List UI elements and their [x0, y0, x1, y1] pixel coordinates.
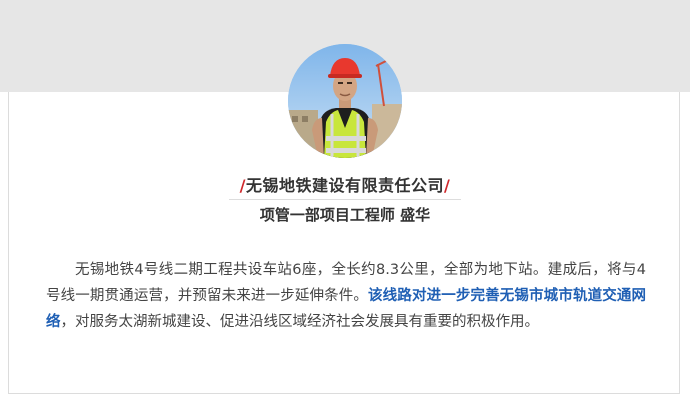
article-paragraph: 无锡地铁4号线二期工程共设车站6座，全长约8.3公里，全部为地下站。建成后，将与… — [46, 257, 646, 335]
company-name: /无锡地铁建设有限责任公司/ — [0, 172, 690, 196]
slash-right: / — [444, 176, 451, 195]
worker-portrait-icon — [288, 44, 402, 158]
paragraph-text-end: ，对服务太湖新城建设、促进沿线区域经济社会发展具有重要的积极作用。 — [60, 314, 540, 330]
person-role: 项管一部项目工程师 盛华 — [259, 206, 431, 224]
article-page: /无锡地铁建设有限责任公司/ 项管一部项目工程师 盛华 无锡地铁4号线二期工程共… — [0, 0, 690, 404]
company-label: 无锡地铁建设有限责任公司 — [245, 176, 444, 195]
divider — [229, 199, 461, 200]
avatar — [288, 44, 402, 158]
